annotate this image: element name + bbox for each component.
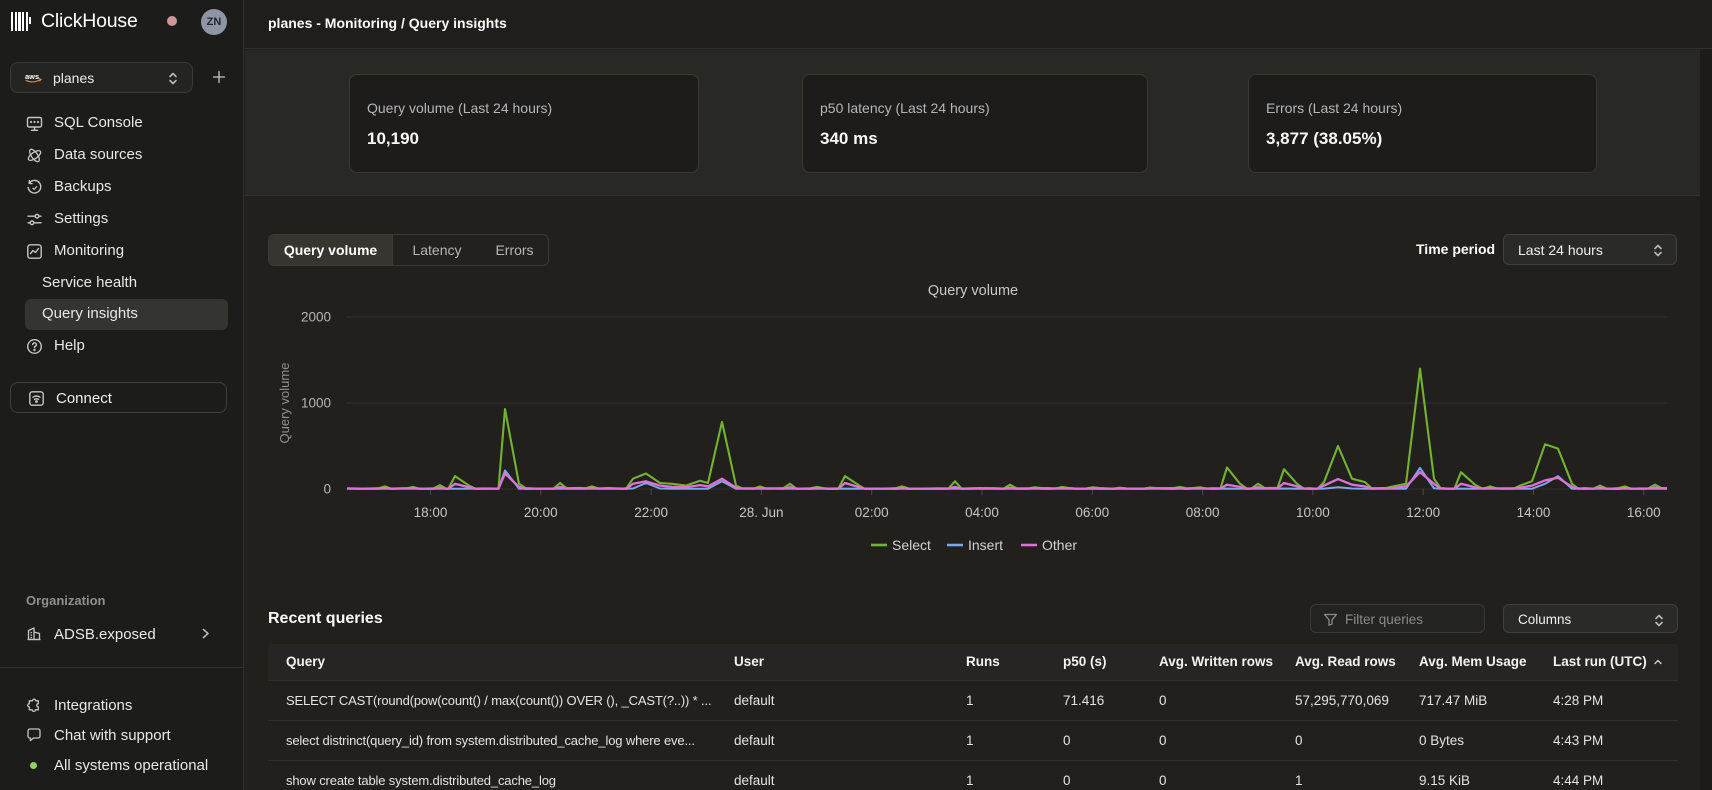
svg-text:Query volume: Query volume — [928, 283, 1018, 299]
svg-text:22:00: 22:00 — [634, 505, 668, 520]
svg-text:08:00: 08:00 — [1186, 505, 1220, 520]
svg-text:1000: 1000 — [301, 396, 331, 411]
svg-text:18:00: 18:00 — [414, 505, 448, 520]
svg-text:20:00: 20:00 — [524, 505, 558, 520]
svg-text:10:00: 10:00 — [1296, 505, 1330, 520]
svg-text:Select: Select — [892, 537, 931, 553]
svg-text:Query volume: Query volume — [277, 363, 292, 444]
svg-text:aws: aws — [25, 72, 39, 81]
svg-text:16:00: 16:00 — [1627, 505, 1661, 520]
svg-text:Other: Other — [1042, 537, 1077, 553]
svg-text:2000: 2000 — [301, 310, 331, 325]
svg-text:Insert: Insert — [968, 537, 1003, 553]
svg-text:28. Jun: 28. Jun — [739, 505, 783, 520]
svg-text:06:00: 06:00 — [1075, 505, 1109, 520]
svg-text:0: 0 — [323, 482, 331, 497]
svg-text:14:00: 14:00 — [1517, 505, 1551, 520]
svg-text:02:00: 02:00 — [855, 505, 889, 520]
svg-text:12:00: 12:00 — [1406, 505, 1440, 520]
svg-text:04:00: 04:00 — [965, 505, 999, 520]
